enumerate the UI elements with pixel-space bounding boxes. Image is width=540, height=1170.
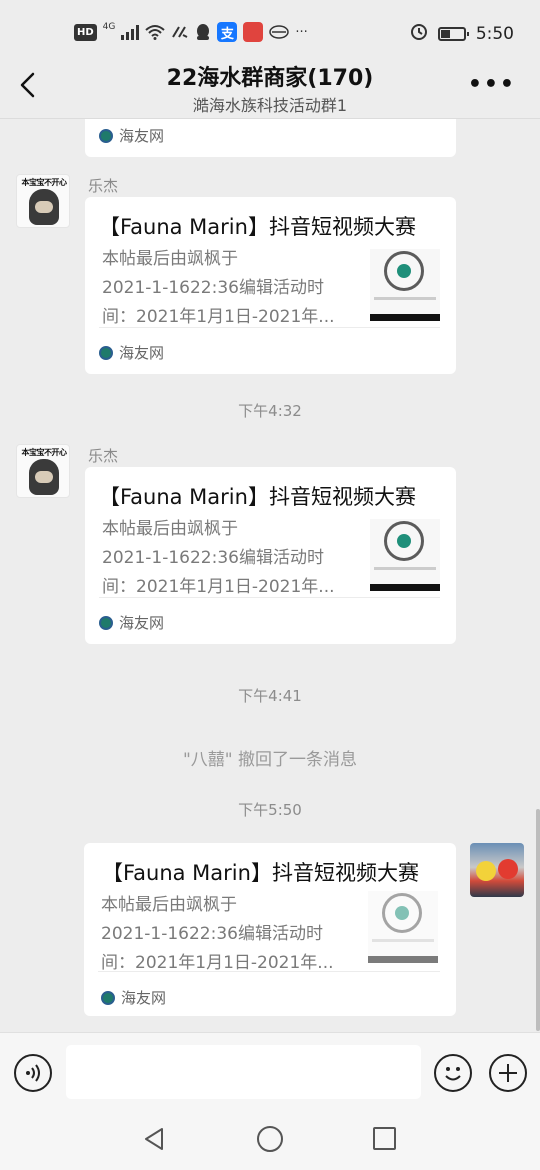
card-source: 海友网 xyxy=(99,342,164,363)
emoji-icon[interactable] xyxy=(434,1054,472,1092)
card-source-label: 海友网 xyxy=(121,989,167,1007)
wifi-icon xyxy=(145,22,166,42)
card-title: 【Fauna Marin】抖音短视频大赛 xyxy=(99,215,416,239)
avatar[interactable]: 本宝宝不开心 xyxy=(16,444,70,498)
link-card-self[interactable]: 【Fauna Marin】抖音短视频大赛 本帖最后由飒枫于 2021-1-162… xyxy=(84,843,456,1016)
card-desc-line: 2021-1-1622:36编辑活动时 xyxy=(101,924,323,944)
card-desc-line: 本帖最后由飒枫于 xyxy=(101,895,237,915)
battery-icon xyxy=(437,26,469,41)
link-card[interactable]: 海友网 xyxy=(85,119,456,157)
card-thumbnail xyxy=(370,519,440,591)
alipay-icon: 支 xyxy=(217,22,238,42)
timestamp: 下午4:32 xyxy=(238,402,302,420)
sender-name: 乐杰 xyxy=(88,447,119,465)
alarm-icon xyxy=(410,22,428,45)
home-circle-icon[interactable] xyxy=(257,1126,283,1152)
data-icon xyxy=(171,22,189,42)
chat-title: 22海水群商家(170) xyxy=(166,66,374,91)
status-left-icons: HD 4G 支 ··· xyxy=(74,22,308,42)
haiyou-logo-icon xyxy=(99,615,113,630)
card-divider xyxy=(98,971,440,972)
card-desc-line: 本帖最后由飒枫于 xyxy=(102,519,238,539)
app-icon xyxy=(243,22,264,42)
card-description: 本帖最后由飒枫于 2021-1-1622:36编辑活动时 间：2021年1月1日… xyxy=(102,245,352,332)
status-time: 5:50 xyxy=(475,23,514,44)
recall-notice: "八囍" 撤回了一条消息 xyxy=(182,750,358,770)
hd-icon: HD xyxy=(74,23,97,41)
network-gen-label: 4G xyxy=(102,22,116,32)
card-title: 【Fauna Marin】抖音短视频大赛 xyxy=(99,485,416,509)
haiyou-logo-icon xyxy=(99,128,113,143)
avatar-caption: 本宝宝不开心 xyxy=(21,178,68,187)
card-source-label: 海友网 xyxy=(119,344,165,362)
card-title: 【Fauna Marin】抖音短视频大赛 xyxy=(102,861,419,885)
timestamp: 下午5:50 xyxy=(238,801,302,819)
card-source: 海友网 xyxy=(99,125,164,146)
card-desc-line: 间：2021年1月1日-2021年... xyxy=(101,953,334,973)
card-description: 本帖最后由飒枫于 2021-1-1622:36编辑活动时 间：2021年1月1日… xyxy=(101,891,351,978)
card-source-label: 海友网 xyxy=(119,127,165,145)
card-source-label: 海友网 xyxy=(119,614,165,632)
chat-header: 22海水群商家(170) 澔海水族科技活动群1 ••• xyxy=(0,56,540,118)
recents-square-icon[interactable] xyxy=(373,1127,396,1150)
system-navigation-bar xyxy=(0,1114,540,1170)
chat-subtitle: 澔海水族科技活动群1 xyxy=(192,96,348,115)
my-avatar[interactable] xyxy=(470,843,524,897)
card-desc-line: 本帖最后由飒枫于 xyxy=(102,249,238,269)
avatar[interactable]: 本宝宝不开心 xyxy=(16,174,70,228)
timestamp: 下午4:41 xyxy=(238,687,302,705)
card-divider xyxy=(99,597,440,598)
qq-icon xyxy=(195,22,211,42)
card-source: 海友网 xyxy=(99,612,164,633)
avatar-caption: 本宝宝不开心 xyxy=(21,448,68,457)
message-input[interactable] xyxy=(66,1045,421,1099)
vpn-icon xyxy=(269,22,290,42)
input-bar xyxy=(0,1032,540,1114)
chat-scrollbar[interactable] xyxy=(536,809,540,1031)
more-options-icon[interactable]: ••• xyxy=(468,72,516,97)
card-thumbnail xyxy=(368,891,438,963)
back-triangle-icon[interactable] xyxy=(142,1126,168,1152)
haiyou-logo-icon xyxy=(99,345,113,360)
cat-face-icon xyxy=(29,459,59,495)
card-thumbnail xyxy=(370,249,440,321)
voice-icon[interactable] xyxy=(14,1054,52,1092)
cat-face-icon xyxy=(29,189,59,225)
message-list[interactable]: 海友网 本宝宝不开心 乐杰 【Fauna Marin】抖音短视频大赛 本帖最后由… xyxy=(0,119,540,1032)
card-divider xyxy=(99,327,440,328)
card-desc-line: 2021-1-1622:36编辑活动时 xyxy=(102,548,324,568)
card-desc-line: 2021-1-1622:36编辑活动时 xyxy=(102,278,324,298)
plus-icon[interactable] xyxy=(489,1054,527,1092)
link-card[interactable]: 【Fauna Marin】抖音短视频大赛 本帖最后由飒枫于 2021-1-162… xyxy=(85,197,456,374)
link-card[interactable]: 【Fauna Marin】抖音短视频大赛 本帖最后由飒枫于 2021-1-162… xyxy=(85,467,456,644)
status-right-icons: 5:50 xyxy=(410,22,514,45)
card-description: 本帖最后由飒枫于 2021-1-1622:36编辑活动时 间：2021年1月1日… xyxy=(102,515,352,602)
signal-icon xyxy=(121,24,140,40)
card-source: 海友网 xyxy=(101,987,166,1008)
sender-name: 乐杰 xyxy=(88,177,119,195)
more-dots-icon: ··· xyxy=(295,24,308,40)
haiyou-logo-icon xyxy=(101,990,115,1005)
